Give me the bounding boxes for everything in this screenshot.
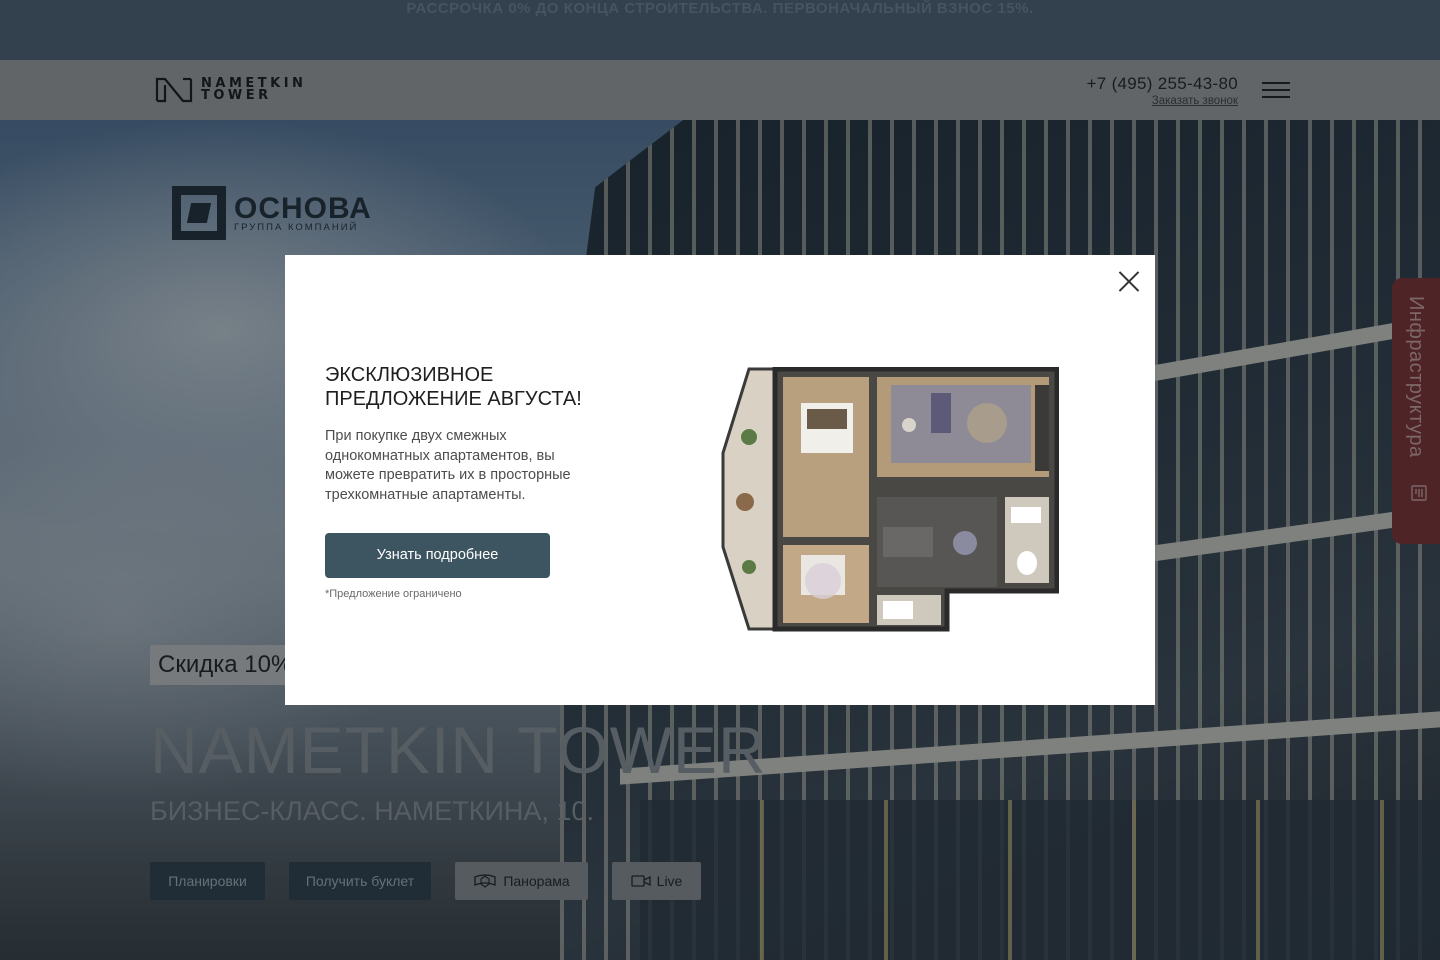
promo-modal: Эксклюзивное предложение августа! При по… (285, 255, 1155, 705)
modal-note: *Предложение ограничено (325, 588, 462, 600)
modal-text: При покупке двух смежных однокомнатных а… (325, 428, 571, 503)
learn-more-button[interactable]: Узнать подробнее (325, 533, 550, 578)
floor-plan-image (721, 367, 1059, 632)
close-icon[interactable] (1117, 269, 1141, 293)
modal-title: Эксклюзивное предложение августа! (325, 364, 582, 410)
